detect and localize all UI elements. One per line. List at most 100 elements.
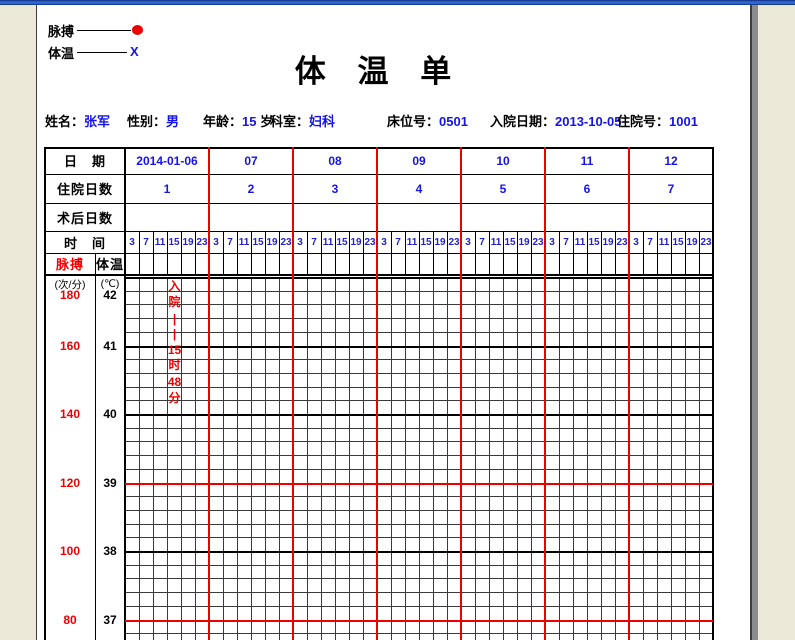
- hospital-days-cell: 3: [293, 174, 377, 203]
- date-cell: 08: [293, 147, 377, 174]
- grid-hline: [125, 359, 713, 360]
- time-cell: 15: [251, 233, 265, 251]
- pulse-scale-value: 100: [45, 544, 95, 558]
- grid-hline: [125, 606, 713, 607]
- patient-field: 床位号：0501: [387, 111, 468, 130]
- patient-field-value: 男: [166, 114, 179, 129]
- time-cell: 3: [377, 233, 391, 251]
- degree-bold-line: [125, 551, 713, 553]
- patient-field-value: 张军: [84, 114, 110, 129]
- time-cell: 23: [531, 233, 545, 251]
- grid-hline: [125, 373, 713, 374]
- time-cell: 11: [573, 233, 587, 251]
- admission-note-char: 院: [167, 295, 182, 310]
- day-divider-red-line: [292, 147, 294, 640]
- postop-days-cell: [377, 203, 461, 231]
- time-cell: 23: [699, 233, 713, 251]
- legend-pulse-line: [77, 30, 131, 31]
- pulse-scale-value: 120: [45, 476, 95, 490]
- hospital-days-cell: 2: [209, 174, 293, 203]
- patient-field: 姓名：张军: [45, 111, 110, 130]
- degree-bold-line: [125, 414, 713, 416]
- postop-days-row-label: 术后日数: [45, 203, 125, 231]
- patient-field-label: 姓名：: [45, 114, 84, 129]
- admission-note-char: 入: [167, 279, 182, 294]
- time-cell: 7: [391, 233, 405, 251]
- pulse-scale-value: 160: [45, 339, 95, 353]
- patient-field-label: 性别：: [127, 114, 166, 129]
- time-cell: 7: [307, 233, 321, 251]
- header-row-border: [45, 231, 713, 232]
- time-cell: 7: [559, 233, 573, 251]
- admission-note-char: 48: [167, 375, 182, 390]
- grid-hline: [125, 578, 713, 579]
- admission-note-char: |: [167, 327, 182, 342]
- grid-hline: [125, 592, 713, 593]
- date-cell: 2014-01-06: [125, 147, 209, 174]
- patient-field: 科室：妇科: [270, 111, 335, 130]
- time-cell: 11: [489, 233, 503, 251]
- postop-days-cell: [209, 203, 293, 231]
- time-cell: 3: [629, 233, 643, 251]
- grid-hline: [125, 510, 713, 511]
- time-cell: 23: [195, 233, 209, 251]
- temperature-sheet-window: 脉搏 体温 X 体 温 单 姓名：张军性别：男年龄：15 岁科室：妇科床位号：0…: [0, 0, 795, 640]
- temp-scale-value: 39: [95, 476, 125, 490]
- time-cell: 23: [279, 233, 293, 251]
- time-cell: 3: [461, 233, 475, 251]
- time-cell: 23: [447, 233, 461, 251]
- grid-hline: [125, 455, 713, 456]
- grid-hline: [125, 469, 713, 470]
- date-cell: 12: [629, 147, 713, 174]
- patient-field-label: 入院日期：: [490, 114, 555, 129]
- patient-field-label: 年龄：: [203, 114, 242, 129]
- time-cell: 15: [671, 233, 685, 251]
- time-cell: 19: [433, 233, 447, 251]
- patient-field-label: 住院号：: [617, 114, 669, 129]
- admission-note-char: 分: [167, 391, 182, 406]
- grid-hline: [125, 428, 713, 429]
- patient-field-value: 1001: [669, 114, 698, 129]
- time-cell: 7: [223, 233, 237, 251]
- time-row-label: 时 间: [45, 231, 125, 253]
- temp-scale-value: 40: [95, 407, 125, 421]
- patient-field-label: 科室：: [270, 114, 309, 129]
- header-bottom-border: [45, 274, 713, 276]
- hospital-days-cell: 1: [125, 174, 209, 203]
- patient-field: 性别：男: [127, 111, 179, 130]
- temp-scale-value: 37: [95, 613, 125, 627]
- pulse-marker-icon: [132, 25, 143, 35]
- postop-days-cell: [293, 203, 377, 231]
- grid-hline: [125, 332, 713, 333]
- grid-hline: [125, 537, 713, 538]
- admission-note-char: |: [167, 312, 182, 327]
- time-cell: 11: [237, 233, 251, 251]
- pulse-scale-value: 80: [45, 613, 95, 627]
- postop-days-cell: [125, 203, 209, 231]
- time-cell: 19: [265, 233, 279, 251]
- hospital-days-row-label: 住院日数: [45, 174, 125, 203]
- patient-field: 入院日期：2013-10-05: [490, 111, 622, 130]
- time-cell: 19: [685, 233, 699, 251]
- day-divider-red-line: [544, 147, 546, 640]
- time-cell: 7: [643, 233, 657, 251]
- time-cell: 23: [363, 233, 377, 251]
- postop-days-cell: [545, 203, 629, 231]
- grid-hline: [125, 387, 713, 388]
- date-cell: 11: [545, 147, 629, 174]
- patient-field-value: 妇科: [309, 114, 335, 129]
- patient-field-value: 15: [242, 114, 256, 129]
- header-row-border: [45, 253, 713, 254]
- legend-pulse-label: 脉搏: [48, 21, 74, 40]
- time-cell: 19: [601, 233, 615, 251]
- temp-scale-value: 41: [95, 339, 125, 353]
- date-row-label: 日 期: [45, 147, 125, 174]
- admission-note-char: 时: [167, 358, 182, 373]
- temp-col-header: 体温: [95, 253, 125, 274]
- reference-red-line: [125, 620, 713, 622]
- page-title: 体 温 单: [45, 46, 713, 91]
- date-cell: 07: [209, 147, 293, 174]
- time-cell: 3: [293, 233, 307, 251]
- day-divider-red-line: [376, 147, 378, 640]
- temp-scale-value: 38: [95, 544, 125, 558]
